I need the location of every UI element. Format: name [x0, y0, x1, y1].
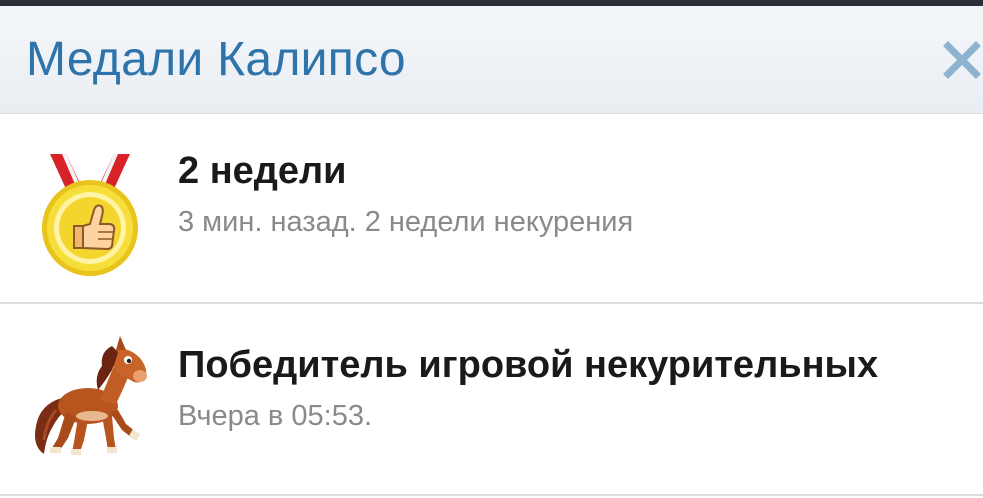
medal-name: 2 недели — [178, 150, 347, 192]
medal-list: 2 недели 3 мин. назад. 2 недели некурени… — [0, 114, 983, 496]
medal-meta: 3 мин. назад. 2 недели некурения — [178, 206, 634, 238]
close-button[interactable] — [940, 38, 983, 84]
medals-dialog: Медали Калипсо 2 недели 3 мин. назад. 2 … — [0, 6, 983, 498]
medal-name: Победитель игровой некурительных — [178, 344, 879, 386]
medal-meta: Вчера в 05:53. — [178, 400, 373, 432]
gold-medal-thumbs-up-icon — [22, 144, 158, 280]
dialog-header: Медали Калипсо — [0, 6, 983, 114]
close-icon — [943, 41, 981, 79]
medal-item[interactable]: 2 недели 3 мин. назад. 2 недели некурени… — [0, 114, 983, 304]
horse-icon — [22, 330, 158, 466]
dialog-title: Медали Калипсо — [26, 33, 406, 86]
medal-item[interactable]: Победитель игровой некурительных Вчера в… — [0, 304, 983, 496]
